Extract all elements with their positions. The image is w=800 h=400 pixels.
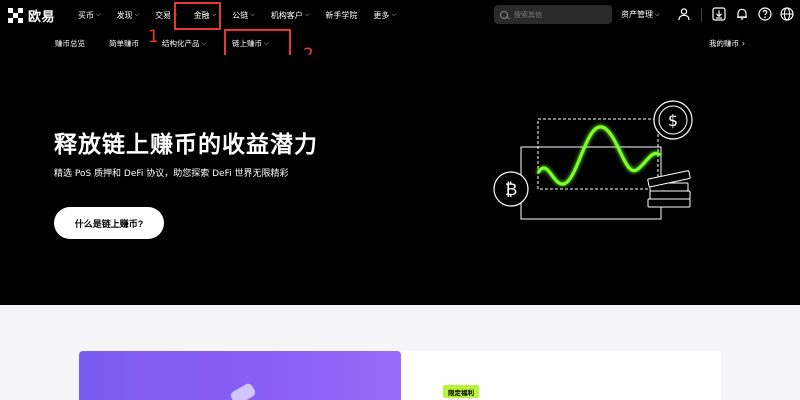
user-icon[interactable] [677,7,691,21]
hero-illustration: ₿ $ [493,100,693,220]
globe-icon[interactable] [780,7,794,21]
limited-benefit-badge: 限定福利 [443,385,479,398]
annotation-box-2 [224,29,291,57]
chevron-down-icon: ⌵ [391,11,396,18]
earnings-wave-line [536,125,661,186]
hero-subtitle: 精选 PoS 质押和 DeFi 协议，助您探索 DeFi 世界无限精彩 [54,169,289,179]
annotation-number-1: 1 [148,27,159,47]
nav-item-discover[interactable]: 发现 ⌵ [117,10,140,21]
nav-item-chain[interactable]: 公链 ⌵ [232,10,255,21]
nav-item-academy[interactable]: 新手学院 [325,10,357,21]
what-is-onchain-earn-button[interactable]: 什么是链上赚币? [54,207,164,239]
subnav-structured-products[interactable]: 结构化产品 ⌵ [162,38,206,49]
top-navigation: 欧易 买币⌵ 发现⌵ 交易⌵ 金融⌵ 公链⌵ 机构客户⌵ 新手学院 更多⌵ 资产… [0,0,800,30]
hero-title: 释放链上赚币的收益潜力 [54,132,318,158]
nav-divider [701,8,702,22]
search-icon [500,10,508,19]
dollar-coin-icon: $ [653,100,693,140]
help-icon[interactable] [758,7,772,21]
my-earn-link[interactable]: 我的赚币 › [709,38,745,49]
svg-text:$: $ [668,111,678,130]
sub-navigation: 赚币总览 简单赚币 结构化产品 ⌵ 链上赚币 ⌵ 我的赚币 › [0,30,800,55]
bitcoin-icon: ₿ [493,171,529,207]
annotation-box-1 [174,2,221,30]
chevron-down-icon: ⌵ [96,11,101,18]
promo-section: 限定福利 [0,305,800,400]
promo-card[interactable] [79,351,401,400]
hero-section: 释放链上赚币的收益潜力 精选 PoS 质押和 DeFi 协议，助您探索 DeFi… [0,55,800,305]
subnav-simple-earn[interactable]: 简单赚币 [109,38,139,49]
nav-item-more[interactable]: 更多 ⌵ [373,10,396,21]
promo-card-graphic [229,381,257,400]
chevron-down-icon: ⌵ [250,11,255,18]
logo-mark-icon [8,7,24,24]
coin-stack-icon [647,170,691,208]
chevron-down-icon: ⌵ [201,39,207,47]
nav-item-institutional[interactable]: 机构客户 ⌵ [271,10,310,21]
search-box[interactable] [494,5,612,24]
chevron-down-icon: ⌵ [655,10,660,18]
assets-label: 资产管理 [621,10,653,19]
download-icon[interactable] [712,7,726,21]
chevron-down-icon: ⌵ [304,11,310,18]
okx-logo[interactable]: 欧易 [8,6,55,25]
bell-icon[interactable] [735,7,749,21]
chevron-right-icon: › [742,39,745,48]
subnav-earn-overview[interactable]: 赚币总览 [55,38,85,49]
search-input[interactable] [514,10,604,19]
svg-text:₿: ₿ [505,180,518,200]
nav-item-buy-crypto[interactable]: 买币 ⌵ [78,10,101,21]
logo-text: 欧易 [28,10,56,25]
chevron-down-icon: ⌵ [134,11,140,18]
assets-menu[interactable]: 资产管理 ⌵ [621,9,660,20]
